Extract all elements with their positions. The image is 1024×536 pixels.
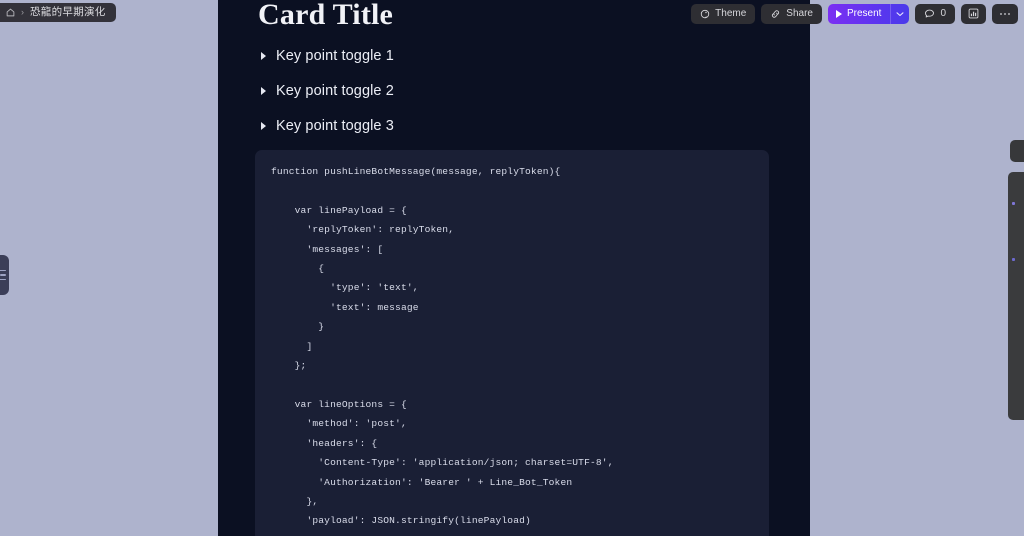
present-button[interactable]: Present: [828, 4, 890, 24]
toggle-item[interactable]: Key point toggle 2: [258, 80, 738, 102]
toggle-label: Key point toggle 2: [276, 83, 394, 99]
bar-chart-icon: [968, 8, 979, 19]
present-button-group[interactable]: Present: [827, 3, 910, 24]
slide-canvas: Card Title Key point toggle 1 Key point …: [218, 0, 810, 536]
code-block[interactable]: function pushLineBotMessage(message, rep…: [255, 150, 769, 536]
breadcrumb-separator: ›: [21, 7, 24, 17]
chevron-down-icon: [896, 11, 904, 16]
theme-button[interactable]: Theme: [691, 3, 756, 24]
present-dropdown-button[interactable]: [890, 3, 909, 24]
right-edge-panel-top[interactable]: [1010, 140, 1024, 162]
chevron-right-icon[interactable]: [261, 122, 266, 130]
top-toolbar: Theme Share Present 0: [691, 3, 1018, 24]
play-icon: [835, 9, 842, 18]
code-content: function pushLineBotMessage(message, rep…: [271, 166, 614, 536]
theme-button-label: Theme: [715, 7, 747, 19]
menu-handle-icon: [0, 269, 6, 272]
page-title[interactable]: Card Title: [258, 0, 393, 32]
toggle-label: Key point toggle 1: [276, 48, 394, 64]
menu-handle-icon: [0, 278, 6, 281]
home-icon[interactable]: [6, 8, 15, 17]
comment-bubble-icon: [924, 9, 935, 19]
chevron-right-icon[interactable]: [261, 52, 266, 60]
comments-count: 0: [940, 7, 946, 19]
toggle-item[interactable]: Key point toggle 1: [258, 45, 738, 67]
analytics-button[interactable]: [961, 3, 986, 24]
toggle-list: Key point toggle 1 Key point toggle 2 Ke…: [258, 45, 738, 150]
palette-icon: [700, 9, 710, 19]
toggle-label: Key point toggle 3: [276, 118, 394, 134]
toggle-item[interactable]: Key point toggle 3: [258, 115, 738, 137]
chevron-right-icon[interactable]: [261, 87, 266, 95]
right-edge-panel-main[interactable]: [1008, 172, 1024, 420]
sidebar-toggle-handle[interactable]: [0, 255, 9, 295]
share-button[interactable]: Share: [761, 3, 822, 24]
share-button-label: Share: [786, 7, 813, 19]
breadcrumb[interactable]: › 恐龍的早期演化: [0, 3, 116, 22]
menu-handle-icon: [0, 274, 6, 276]
ellipsis-icon: [999, 12, 1011, 16]
breadcrumb-page-name[interactable]: 恐龍的早期演化: [30, 7, 106, 18]
link-icon: [770, 9, 781, 19]
comments-button[interactable]: 0: [915, 3, 955, 24]
more-options-button[interactable]: [992, 3, 1018, 24]
present-button-label: Present: [846, 7, 882, 19]
